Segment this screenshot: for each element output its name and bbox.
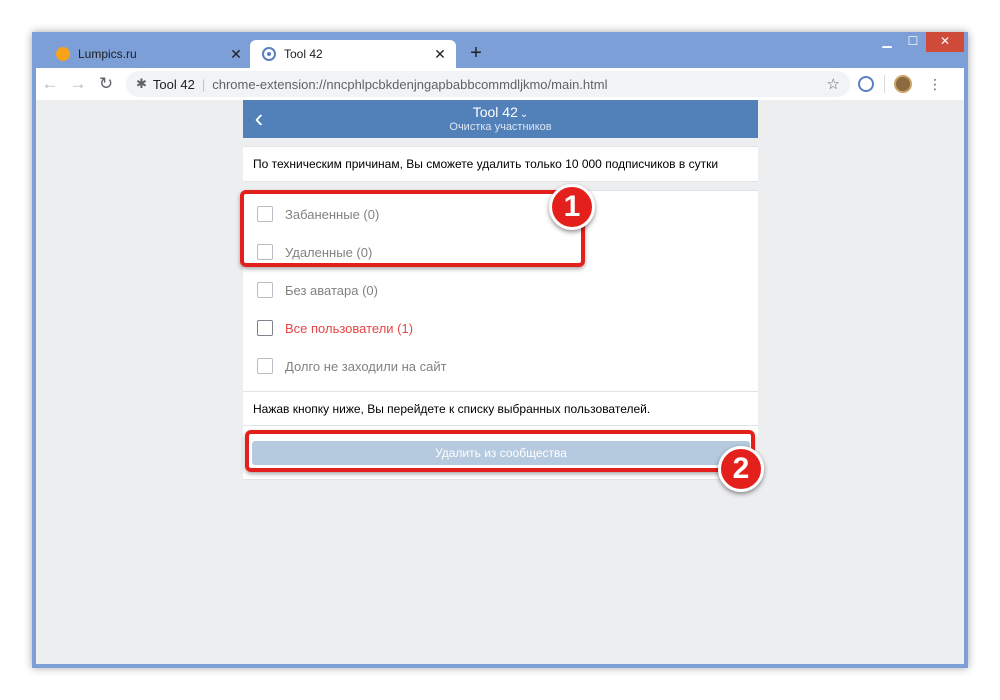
bookmark-star-icon[interactable]: ☆ [827,75,840,93]
checkbox[interactable] [257,282,273,298]
tab-title: Lumpics.ru [78,47,137,61]
app-title-text: Tool 42 [472,104,518,120]
page-viewport: ‹ Tool 42 ⌄ Очистка участников По техниче… [36,100,964,664]
option-label: Без аватара (0) [285,282,378,298]
option-no-avatar[interactable]: Без аватара (0) [243,271,758,309]
highlight-frame-2 [245,430,755,472]
tool42-app: ‹ Tool 42 ⌄ Очистка участников По техниче… [243,100,758,664]
toolbar-divider [884,75,885,93]
checkbox[interactable] [257,320,273,336]
address-separator: | [201,76,206,92]
chevron-down-icon: ⌄ [519,109,529,120]
app-header: ‹ Tool 42 ⌄ Очистка участников [243,100,758,138]
back-arrow-icon[interactable]: ← [36,70,64,98]
tool42-extension-button[interactable] [850,70,882,98]
step-badge-1: 1 [549,184,595,230]
tab-title: Tool 42 [284,47,323,61]
site-name: Tool 42 [152,76,195,92]
highlight-frame-1 [240,190,585,267]
browser-toolbar: ← → ↻ ✱ Tool 42 | chrome-extension://nnc… [36,68,964,100]
tab-lumpics[interactable]: Lumpics.ru ✕ [44,40,252,68]
avatar [894,75,912,93]
minimize-button[interactable]: ▁ [874,32,900,52]
menu-kebab-icon[interactable]: ⋮ [919,70,951,98]
tab-tool42[interactable]: Tool 42 ✕ [250,40,456,68]
reload-icon[interactable]: ↻ [92,70,120,98]
limit-notice: По техническим причинам, Вы сможете удал… [243,146,758,182]
back-chevron-icon[interactable]: ‹ [247,104,271,134]
tab-close-icon[interactable]: ✕ [430,46,450,63]
close-window-button[interactable]: ✕ [926,32,964,52]
tab-close-icon[interactable]: ✕ [226,46,246,63]
title-bar: Lumpics.ru ✕ Tool 42 ✕ + ▁ ☐ ✕ [32,32,968,68]
address-bar[interactable]: ✱ Tool 42 | chrome-extension://nncphlpcb… [126,71,850,97]
tool42-extension-icon [858,76,874,92]
new-tab-button[interactable]: + [464,42,488,66]
app-title[interactable]: Tool 42 ⌄ [243,100,758,120]
step-badge-2: 2 [718,446,764,492]
option-label: Долго не заходили на сайт [285,358,447,374]
lumpics-favicon-icon [56,47,70,61]
url-text[interactable]: chrome-extension://nncphlpcbkdenjngapbab… [212,77,826,92]
browser-window: Lumpics.ru ✕ Tool 42 ✕ + ▁ ☐ ✕ ← → ↻ ✱ T… [32,32,968,668]
tool42-favicon-icon [262,47,276,61]
maximize-button[interactable]: ☐ [900,32,926,52]
forward-arrow-icon[interactable]: → [64,70,92,98]
extension-puzzle-icon: ✱ [136,76,147,91]
option-all-users[interactable]: Все пользователи (1) [243,309,758,347]
app-subtitle: Очистка участников [449,121,552,133]
checkbox[interactable] [257,358,273,374]
option-inactive[interactable]: Долго не заходили на сайт [243,347,758,385]
action-hint: Нажав кнопку ниже, Вы перейдете к списку… [243,392,758,426]
profile-button[interactable] [887,70,919,98]
option-label: Все пользователи (1) [285,320,414,336]
